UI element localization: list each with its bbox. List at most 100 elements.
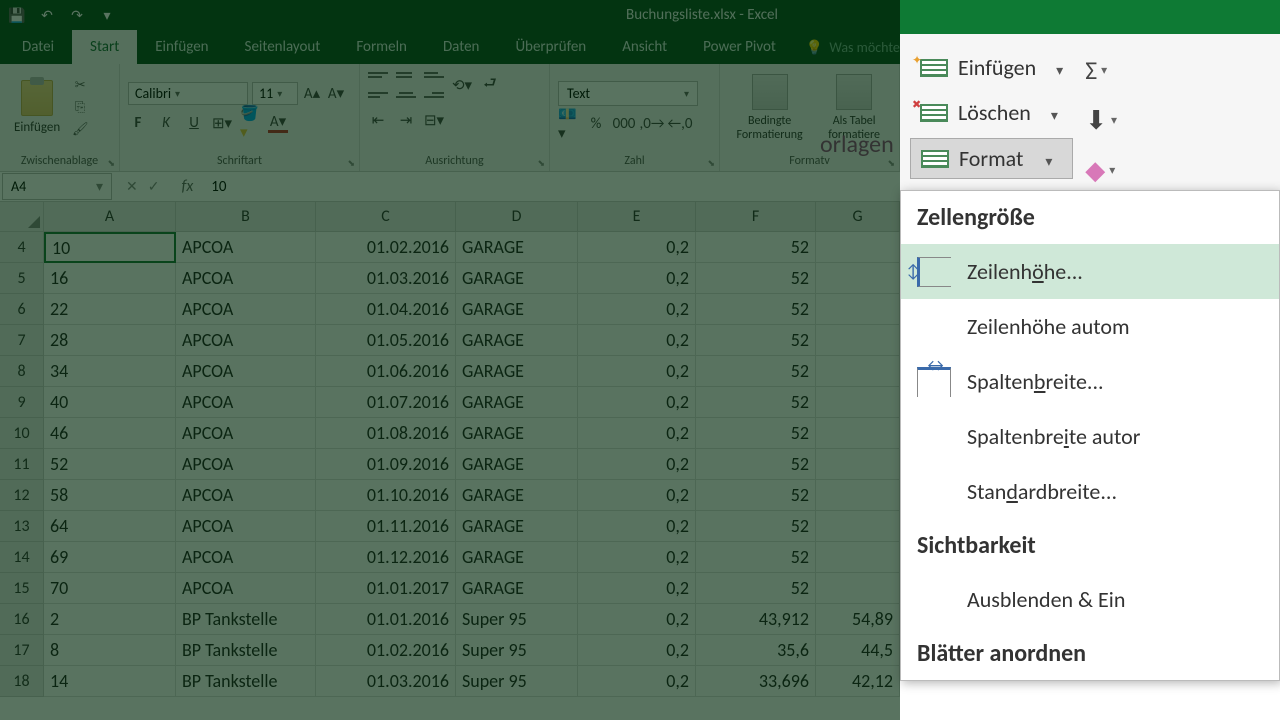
cell[interactable]: 0,2 (578, 635, 696, 666)
qat-more-icon[interactable]: ▾ (98, 6, 116, 24)
col-header-g[interactable]: G (816, 202, 900, 232)
cell[interactable]: 58 (44, 480, 176, 511)
tab-ansicht[interactable]: Ansicht (604, 30, 685, 64)
tellme-search[interactable]: 💡Was möchte (794, 31, 912, 64)
cell[interactable] (816, 232, 900, 263)
menu-zeilenhoehe[interactable]: Zeilenhöhe... ➤ (901, 244, 1279, 299)
increase-font-icon[interactable]: A▴ (302, 84, 322, 104)
cell[interactable]: GARAGE (456, 356, 578, 387)
cut-icon[interactable]: ✂ (72, 78, 88, 94)
cell[interactable]: 01.12.2016 (316, 542, 456, 573)
row-header[interactable]: 4 (0, 232, 44, 263)
cell[interactable]: APCOA (176, 480, 316, 511)
cell[interactable]: 01.01.2016 (316, 604, 456, 635)
wrap-text-icon[interactable]: ⮐ (480, 75, 500, 95)
cell[interactable]: 28 (44, 325, 176, 356)
cell[interactable]: 0,2 (578, 666, 696, 697)
font-color-button[interactable]: A▾ (268, 113, 288, 133)
row-header[interactable]: 6 (0, 294, 44, 325)
cell[interactable]: 01.05.2016 (316, 325, 456, 356)
autosum-button[interactable]: Σ (1085, 54, 1117, 86)
format-painter-icon[interactable]: 🖌 (72, 122, 88, 138)
tab-ueberpruefen[interactable]: Überprüfen (497, 30, 604, 64)
cell[interactable]: 0,2 (578, 418, 696, 449)
number-format-select[interactable]: Text (558, 81, 698, 106)
cell[interactable]: 16 (44, 263, 176, 294)
col-header-b[interactable]: B (176, 202, 316, 232)
menu-standardbreite[interactable]: Standardbreite... (901, 464, 1279, 519)
cell[interactable]: 52 (696, 387, 816, 418)
tab-start[interactable]: Start (72, 30, 137, 64)
cell[interactable]: 40 (44, 387, 176, 418)
cell[interactable] (816, 387, 900, 418)
fill-button[interactable]: ⬇ (1085, 104, 1117, 136)
row-header[interactable]: 16 (0, 604, 44, 635)
cell[interactable]: 35,6 (696, 635, 816, 666)
cell[interactable]: 0,2 (578, 542, 696, 573)
cell[interactable]: 52 (44, 449, 176, 480)
row-header[interactable]: 15 (0, 573, 44, 604)
delete-cells-button[interactable]: Löschen (910, 93, 1073, 132)
paste-button[interactable]: Einfügen (8, 76, 66, 139)
formula-input[interactable]: 10 (201, 178, 236, 196)
cell[interactable]: 52 (696, 294, 816, 325)
menu-spaltenbreite[interactable]: Spaltenbreite... (901, 354, 1279, 409)
cell[interactable]: 01.01.2017 (316, 573, 456, 604)
cell[interactable]: APCOA (176, 418, 316, 449)
cell[interactable]: 01.11.2016 (316, 511, 456, 542)
cell[interactable]: 0,2 (578, 511, 696, 542)
cell[interactable]: 0,2 (578, 356, 696, 387)
tab-seitenlayout[interactable]: Seitenlayout (227, 30, 339, 64)
cell[interactable]: 52 (696, 263, 816, 294)
percent-icon[interactable]: % (586, 114, 606, 134)
cell[interactable]: 52 (696, 480, 816, 511)
cell[interactable]: 52 (696, 325, 816, 356)
cell[interactable]: GARAGE (456, 418, 578, 449)
cell[interactable]: APCOA (176, 294, 316, 325)
clear-button[interactable]: ◆ (1085, 154, 1117, 186)
save-icon[interactable]: 💾 (8, 6, 26, 24)
cell[interactable]: 52 (696, 542, 816, 573)
cell[interactable]: GARAGE (456, 542, 578, 573)
cell[interactable]: GARAGE (456, 325, 578, 356)
cell[interactable]: 70 (44, 573, 176, 604)
format-cells-button[interactable]: Format (910, 138, 1073, 179)
cell[interactable]: 43,912 (696, 604, 816, 635)
border-button[interactable]: ⊞▾ (212, 113, 232, 133)
cell[interactable]: 01.09.2016 (316, 449, 456, 480)
cell[interactable]: 0,2 (578, 604, 696, 635)
align-right-icon[interactable] (424, 88, 444, 102)
underline-button[interactable]: U (184, 113, 204, 133)
cell[interactable]: 01.06.2016 (316, 356, 456, 387)
cell[interactable]: GARAGE (456, 573, 578, 604)
row-header[interactable]: 7 (0, 325, 44, 356)
cell[interactable]: GARAGE (456, 263, 578, 294)
insert-cells-button[interactable]: Einfügen (910, 48, 1073, 87)
increase-decimal-icon[interactable]: ,0→ (642, 114, 662, 134)
bold-button[interactable]: F (128, 113, 148, 133)
row-header[interactable]: 18 (0, 666, 44, 697)
cell[interactable]: APCOA (176, 573, 316, 604)
cell[interactable]: 0,2 (578, 294, 696, 325)
row-header[interactable]: 5 (0, 263, 44, 294)
row-header[interactable]: 9 (0, 387, 44, 418)
cell[interactable]: APCOA (176, 387, 316, 418)
cell[interactable]: GARAGE (456, 511, 578, 542)
currency-icon[interactable]: 💶▾ (558, 114, 578, 134)
decrease-decimal-icon[interactable]: ←,0 (670, 114, 690, 134)
cell[interactable]: APCOA (176, 542, 316, 573)
tab-datei[interactable]: Datei (4, 30, 72, 64)
cell[interactable]: 52 (696, 573, 816, 604)
cell[interactable]: 42,12 (816, 666, 900, 697)
menu-spaltenbreite-auto[interactable]: Spaltenbreite autor (901, 409, 1279, 464)
align-top-icon[interactable] (368, 68, 388, 82)
cell[interactable] (816, 480, 900, 511)
cell[interactable]: 0,2 (578, 573, 696, 604)
decrease-indent-icon[interactable]: ⇤ (368, 110, 388, 130)
name-box[interactable]: A4 (2, 173, 112, 200)
thousands-icon[interactable]: 000 (614, 114, 634, 134)
cell[interactable]: 01.02.2016 (316, 635, 456, 666)
cell[interactable]: 0,2 (578, 387, 696, 418)
cell[interactable]: 64 (44, 511, 176, 542)
cell[interactable]: 01.08.2016 (316, 418, 456, 449)
